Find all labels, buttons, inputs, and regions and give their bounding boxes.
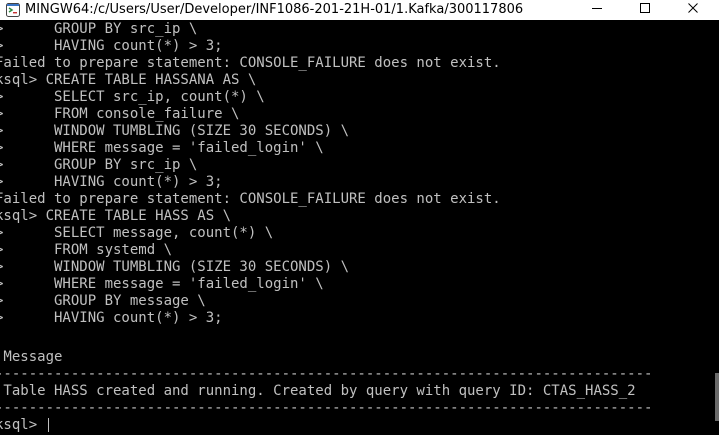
window-title: MINGW64:/c/Users/User/Developer/INF1086-… bbox=[25, 2, 524, 17]
terminal-line: Failed to prepare statement: CONSOLE_FAI… bbox=[0, 191, 501, 207]
terminal-line: > WHERE message = 'failed_login' \ bbox=[0, 140, 324, 156]
terminal-separator: ----------------------------------------… bbox=[0, 400, 653, 416]
terminal-separator: ----------------------------------------… bbox=[0, 366, 653, 382]
terminal-line: ksql> CREATE TABLE HASS AS \ bbox=[0, 208, 232, 224]
terminal-line: > SELECT message, count(*) \ bbox=[0, 225, 274, 241]
terminal-line: > HAVING count(*) > 3; bbox=[0, 38, 223, 54]
terminal-line: > GROUP BY src_ip \ bbox=[0, 21, 198, 37]
scrollbar-thumb[interactable] bbox=[715, 373, 719, 421]
terminal-prompt-line[interactable]: ksql> bbox=[0, 417, 49, 434]
terminal-app-icon bbox=[6, 3, 20, 17]
close-icon bbox=[687, 2, 699, 18]
terminal-window: MINGW64:/c/Users/User/Developer/INF1086-… bbox=[0, 0, 719, 435]
close-button[interactable] bbox=[670, 0, 716, 20]
terminal-line: ksql> CREATE TABLE HASSANA AS \ bbox=[0, 72, 257, 88]
terminal-line: > SELECT src_ip, count(*) \ bbox=[0, 89, 265, 105]
minimize-icon bbox=[591, 2, 603, 18]
terminal-line: > WINDOW TUMBLING (SIZE 30 SECONDS) \ bbox=[0, 123, 350, 139]
maximize-button[interactable] bbox=[622, 0, 668, 20]
text-cursor bbox=[47, 418, 49, 432]
terminal-line: > FROM console_failure \ bbox=[0, 106, 240, 122]
terminal-line: > FROM systemd \ bbox=[0, 242, 173, 258]
terminal-prompt: ksql> bbox=[0, 417, 46, 433]
terminal-line: Message bbox=[0, 349, 63, 365]
title-bar[interactable]: MINGW64:/c/Users/User/Developer/INF1086-… bbox=[0, 0, 719, 20]
terminal-line: > GROUP BY src_ip \ bbox=[0, 157, 198, 173]
terminal-line: > GROUP BY message \ bbox=[0, 293, 206, 309]
terminal-line: Table HASS created and running. Created … bbox=[0, 383, 636, 399]
terminal-line: > HAVING count(*) > 3; bbox=[0, 174, 223, 190]
terminal-line: > HAVING count(*) > 3; bbox=[0, 310, 223, 326]
terminal-line: Failed to prepare statement: CONSOLE_FAI… bbox=[0, 55, 501, 71]
terminal-output[interactable]: > GROUP BY src_ip \ > HAVING count(*) > … bbox=[0, 20, 719, 435]
terminal-line: > WHERE message = 'failed_login' \ bbox=[0, 276, 324, 292]
maximize-icon bbox=[639, 2, 651, 18]
minimize-button[interactable] bbox=[574, 0, 620, 20]
terminal-line: > WINDOW TUMBLING (SIZE 30 SECONDS) \ bbox=[0, 259, 350, 275]
